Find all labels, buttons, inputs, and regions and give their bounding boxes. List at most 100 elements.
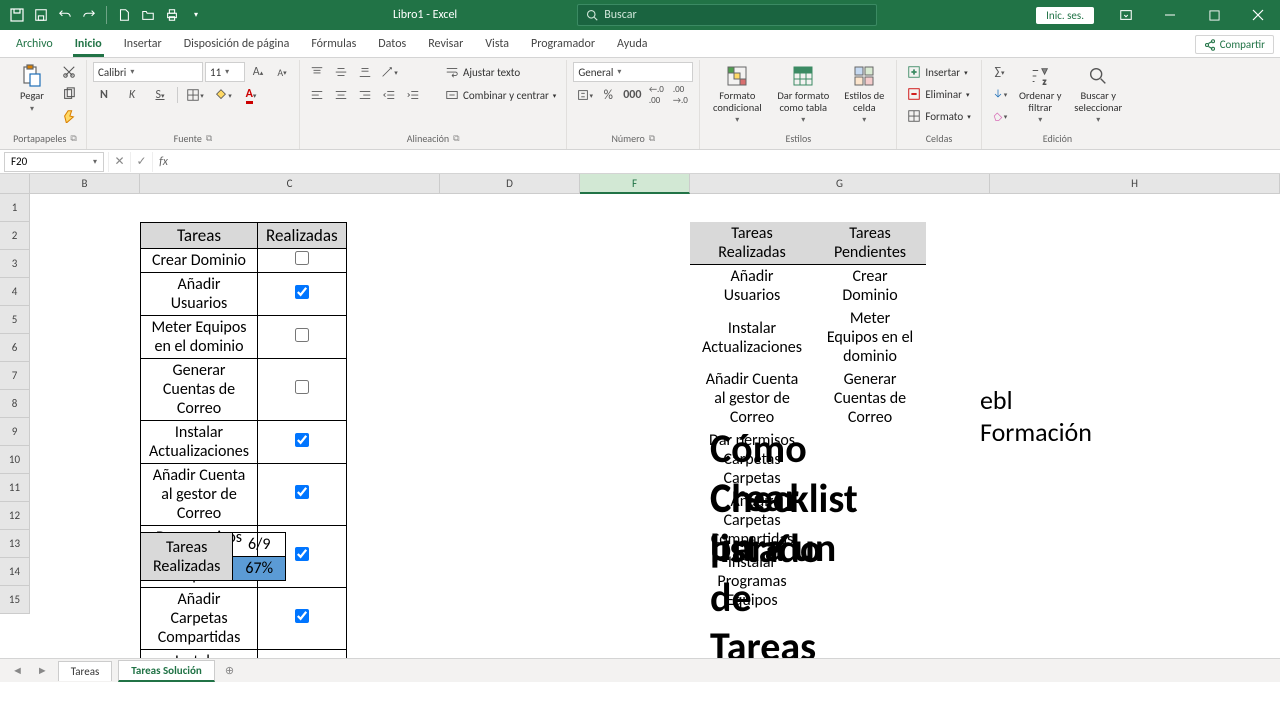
italic-button[interactable]: K (121, 85, 143, 105)
maximize-button[interactable] (1192, 0, 1236, 30)
split-pending-cell[interactable]: Generar Cuentas de Correo (814, 368, 926, 429)
shrink-font-button[interactable]: A▾ (271, 62, 293, 82)
col-header-G[interactable]: G (690, 174, 990, 194)
formula-input[interactable] (174, 152, 1280, 172)
clear-button[interactable]: ▾ (988, 106, 1012, 126)
copy-button[interactable] (58, 84, 80, 104)
autosave-icon[interactable] (6, 4, 28, 26)
autosum-button[interactable]: ∑▾ (988, 62, 1012, 82)
decrease-decimal-button[interactable]: .00→.0 (669, 85, 691, 105)
done-cell[interactable] (258, 464, 347, 526)
task-cell[interactable]: Crear Dominio (141, 249, 258, 273)
find-select-button[interactable]: Buscar y seleccionar▾ (1069, 62, 1127, 125)
row-header-1[interactable]: 1 (0, 194, 30, 222)
align-bottom-button[interactable] (354, 62, 376, 82)
task-checkbox[interactable] (295, 380, 309, 394)
accounting-button[interactable]: ▾ (573, 85, 595, 105)
col-header-D[interactable]: D (440, 174, 580, 194)
format-table-button[interactable]: Dar formato como tabla▾ (772, 62, 834, 125)
split-pending-cell[interactable]: Crear Dominio (814, 265, 926, 308)
fill-color-button[interactable]: ▾ (212, 85, 234, 105)
task-cell[interactable]: Instalar Actualizaciones (141, 421, 258, 464)
increase-decimal-button[interactable]: ←.0.00 (645, 85, 667, 105)
row-header-5[interactable]: 5 (0, 306, 30, 334)
split-pending-cell[interactable]: Meter Equipos en el dominio (814, 307, 926, 368)
ribbon-options-icon[interactable] (1104, 0, 1148, 30)
tab-home[interactable]: Inicio (65, 33, 112, 57)
cells-area[interactable]: Tareas Realizadas Crear Dominio Añadir U… (30, 194, 1280, 614)
redo-icon[interactable] (78, 4, 100, 26)
fb-cancel-icon[interactable]: ✕ (108, 152, 130, 172)
tab-insert[interactable]: Insertar (114, 33, 172, 57)
font-dialog-icon[interactable]: ⧉ (206, 133, 212, 144)
tab-file[interactable]: Archivo (6, 33, 63, 57)
save-icon[interactable] (30, 4, 52, 26)
share-button[interactable]: Compartir (1195, 35, 1274, 54)
done-cell[interactable] (258, 650, 347, 659)
wrap-text-button[interactable]: Ajustar texto (441, 62, 560, 82)
undo-icon[interactable] (54, 4, 76, 26)
done-cell[interactable] (258, 359, 347, 421)
fb-fx-icon[interactable]: fx (152, 152, 174, 172)
col-header-F[interactable]: F (580, 174, 690, 194)
number-dialog-icon[interactable]: ⧉ (649, 133, 655, 144)
cut-button[interactable] (58, 62, 80, 82)
number-format-combo[interactable]: General▾ (573, 62, 693, 82)
alignment-dialog-icon[interactable]: ⧉ (453, 133, 459, 144)
fb-enter-icon[interactable]: ✓ (130, 152, 152, 172)
borders-button[interactable]: ▾ (184, 85, 206, 105)
task-cell[interactable]: Añadir Carpetas Compartidas (141, 588, 258, 650)
align-right-button[interactable] (354, 85, 376, 105)
qat-dropdown-icon[interactable]: ▾ (185, 4, 207, 26)
print-icon[interactable] (161, 4, 183, 26)
row-header-3[interactable]: 3 (0, 250, 30, 278)
tab-data[interactable]: Datos (368, 33, 416, 57)
task-checkbox[interactable] (295, 609, 309, 623)
row-header-14[interactable]: 14 (0, 558, 30, 586)
indent-dec-button[interactable] (378, 85, 400, 105)
split-done-cell[interactable]: Añadir Cuenta al gestor de Correo (690, 368, 814, 429)
format-painter-button[interactable] (58, 106, 80, 126)
percent-button[interactable]: % (597, 85, 619, 105)
tab-review[interactable]: Revisar (418, 33, 473, 57)
font-color-button[interactable]: A▾ (240, 85, 262, 105)
task-cell[interactable]: Añadir Cuenta al gestor de Correo (141, 464, 258, 526)
done-cell[interactable] (258, 421, 347, 464)
done-cell[interactable] (258, 588, 347, 650)
row-header-6[interactable]: 6 (0, 334, 30, 362)
font-size-combo[interactable]: 11▾ (205, 62, 245, 82)
row-header-7[interactable]: 7 (0, 362, 30, 390)
align-middle-button[interactable] (330, 62, 352, 82)
done-cell[interactable] (258, 316, 347, 359)
split-done-cell[interactable]: Añadir Usuarios (690, 265, 814, 308)
format-cells-button[interactable]: Formato▾ (903, 106, 974, 126)
conditional-format-button[interactable]: Formato condicional▾ (706, 62, 768, 125)
new-icon[interactable] (113, 4, 135, 26)
clipboard-dialog-icon[interactable]: ⧉ (70, 133, 76, 144)
sheet-add-button[interactable]: ⊕ (221, 664, 238, 677)
paste-button[interactable]: Pegar ▾ (10, 62, 54, 114)
col-header-H[interactable]: H (990, 174, 1280, 194)
row-header-15[interactable]: 15 (0, 586, 30, 614)
task-checkbox[interactable] (295, 328, 309, 342)
font-name-combo[interactable]: Calibri▾ (93, 62, 203, 82)
done-cell[interactable] (258, 249, 347, 273)
tab-help[interactable]: Ayuda (607, 33, 658, 57)
row-header-2[interactable]: 2 (0, 222, 30, 250)
task-checkbox[interactable] (295, 485, 309, 499)
row-header-12[interactable]: 12 (0, 502, 30, 530)
insert-cells-button[interactable]: Insertar▾ (903, 62, 974, 82)
tab-view[interactable]: Vista (475, 33, 519, 57)
close-button[interactable] (1236, 0, 1280, 30)
bold-button[interactable]: N (93, 85, 115, 105)
row-header-8[interactable]: 8 (0, 390, 30, 418)
align-left-button[interactable] (306, 85, 328, 105)
tab-developer[interactable]: Programador (521, 33, 605, 57)
col-header-B[interactable]: B (30, 174, 140, 194)
open-icon[interactable] (137, 4, 159, 26)
signin-button[interactable]: Inic. ses. (1036, 7, 1094, 24)
orientation-button[interactable]: ▾ (378, 62, 400, 82)
thousands-button[interactable]: 000 (621, 85, 643, 105)
row-header-10[interactable]: 10 (0, 446, 30, 474)
fill-button[interactable]: ▾ (988, 84, 1012, 104)
